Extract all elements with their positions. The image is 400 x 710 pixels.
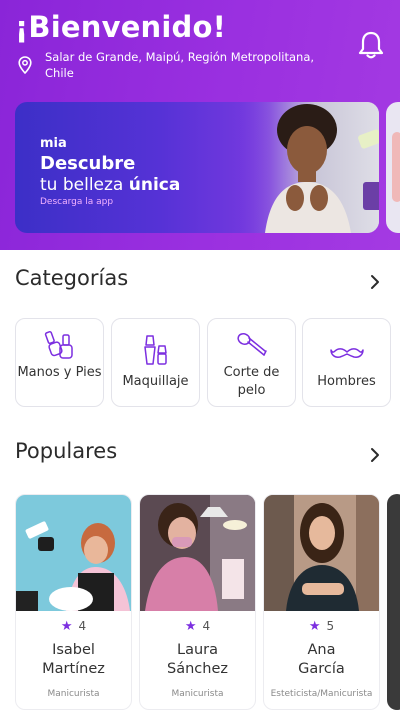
professional-photo (16, 495, 131, 611)
professional-name: Laura Sánchez (167, 642, 228, 677)
popular-card-ana[interactable]: ★ 5 Ana García Esteticista/Manicurista (263, 494, 380, 710)
category-label: Corte de pelo (223, 365, 280, 398)
category-label: Manos y Pies (17, 365, 102, 380)
hair-dryer-icon (236, 333, 267, 356)
category-label: Maquillaje (122, 374, 189, 389)
bell-icon[interactable] (357, 30, 385, 60)
star-icon: ★ (184, 619, 197, 634)
location-pin-icon (18, 56, 32, 74)
promo-banner[interactable]: mia Descubre tu belleza única Descarga l… (15, 102, 379, 233)
categories-chevron-right-icon[interactable] (369, 274, 381, 290)
rating: ★ 4 (60, 619, 87, 634)
banner-cta: Descarga la app (40, 197, 114, 207)
category-maquillaje[interactable]: Maquillaje (111, 318, 200, 407)
professional-name: Ana García (298, 642, 345, 677)
professional-role: Esteticista/Manicurista (270, 689, 373, 699)
category-corte-de-pelo[interactable]: Corte de pelo (207, 318, 296, 407)
next-banner-peek[interactable] (386, 102, 400, 233)
makeup-brush-icon (143, 335, 167, 365)
professional-role: Manicurista (47, 689, 100, 699)
star-icon: ★ (308, 619, 321, 634)
category-manos-y-pies[interactable]: Manos y Pies (15, 318, 104, 407)
category-label: Hombres (317, 374, 376, 389)
nail-polish-icon (44, 331, 73, 359)
professional-photo (140, 495, 255, 611)
popular-card-laura[interactable]: ★ 4 Laura Sánchez Manicurista (139, 494, 256, 710)
banner-subheadline: tu belleza única (40, 175, 181, 195)
next-popular-card-peek[interactable] (387, 494, 400, 710)
professional-name: Isabel Martínez (42, 642, 105, 677)
professional-role: Manicurista (171, 689, 224, 699)
mustache-icon (329, 348, 364, 358)
professional-photo (264, 495, 379, 611)
banner-headline: Descubre (40, 153, 136, 174)
banner-logo: mia (40, 136, 67, 151)
rating: ★ 4 (184, 619, 211, 634)
banner-woman-image (235, 102, 379, 233)
categories-title: Categorías (15, 266, 129, 290)
rating: ★ 5 (308, 619, 335, 634)
location-address[interactable]: Salar de Grande, Maipú, Región Metropoli… (45, 49, 315, 81)
popular-title: Populares (15, 439, 118, 463)
page-title: ¡Bienvenido! (15, 10, 227, 44)
popular-chevron-right-icon[interactable] (369, 447, 381, 463)
popular-card-isabel[interactable]: ★ 4 Isabel Martínez Manicurista (15, 494, 132, 710)
star-icon: ★ (60, 619, 73, 634)
category-hombres[interactable]: Hombres (302, 318, 391, 407)
